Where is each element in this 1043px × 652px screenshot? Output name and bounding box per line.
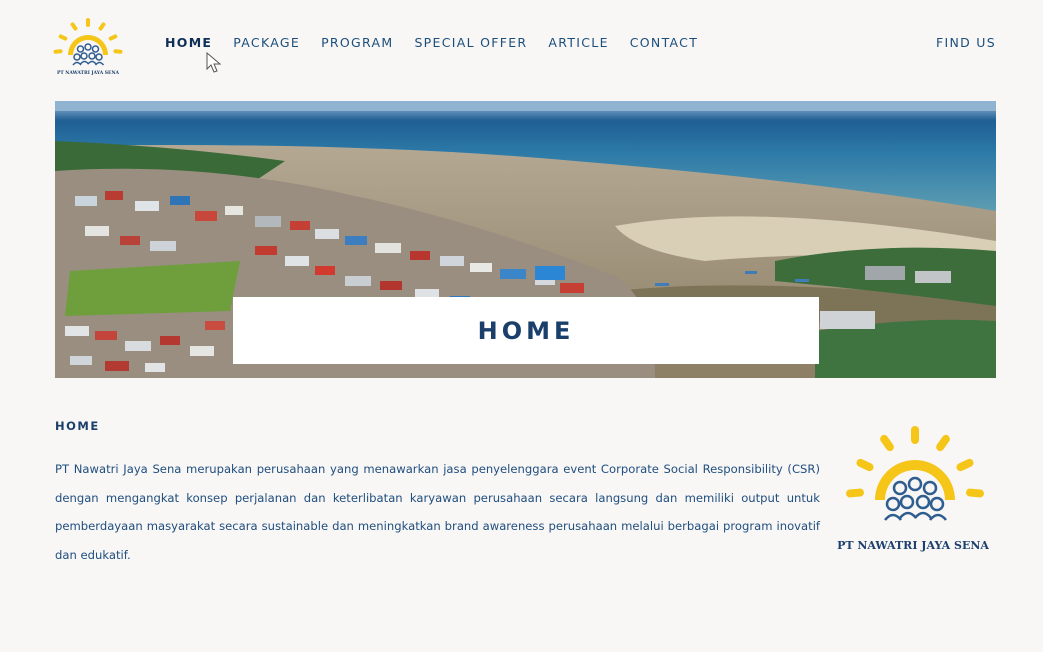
logo-caption: PT NAWATRI JAYA SENA	[56, 71, 120, 76]
page: PT NAWATRI JAYA SENA HOME PACKAGE PROGRA…	[0, 0, 1043, 652]
nav-contact[interactable]: CONTACT	[630, 35, 698, 50]
main-nav: HOME PACKAGE PROGRAM SPECIAL OFFER ARTIC…	[165, 35, 719, 50]
nav-program[interactable]: PROGRAM	[321, 35, 393, 50]
nav-package[interactable]: PACKAGE	[233, 35, 300, 50]
hero-banner: HOME	[55, 101, 996, 378]
sun-logo-icon	[53, 18, 123, 66]
brand-name: PT NAWATRI JAYA SENA	[837, 539, 989, 552]
header-logo[interactable]: PT NAWATRI JAYA SENA	[53, 16, 123, 82]
section-heading: HOME	[55, 419, 100, 433]
company-description: PT Nawatri Jaya Sena merupakan perusahaa…	[55, 462, 820, 562]
hero-title-box: HOME	[233, 297, 819, 364]
sun-logo-large-icon	[846, 426, 984, 521]
mouse-cursor-icon	[206, 52, 222, 73]
nav-home[interactable]: HOME	[165, 35, 212, 50]
nav-special-offer[interactable]: SPECIAL OFFER	[414, 35, 527, 50]
find-us-link[interactable]: FIND US	[936, 35, 996, 50]
hero-title: HOME	[477, 316, 575, 345]
nav-article[interactable]: ARTICLE	[548, 35, 608, 50]
